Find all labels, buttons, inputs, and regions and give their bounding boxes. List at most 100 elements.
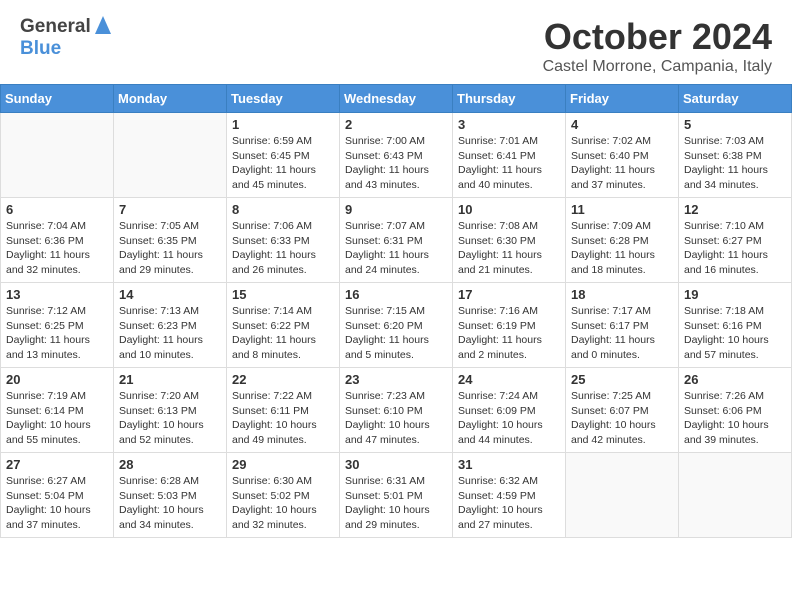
logo: General Blue [20, 16, 111, 60]
cell-text: Sunrise: 7:04 AM Sunset: 6:36 PM Dayligh… [6, 219, 108, 278]
day-number: 10 [458, 202, 560, 217]
cell-text: Sunrise: 7:22 AM Sunset: 6:11 PM Dayligh… [232, 389, 334, 448]
calendar-cell: 10Sunrise: 7:08 AM Sunset: 6:30 PM Dayli… [453, 198, 566, 283]
cell-text: Sunrise: 7:19 AM Sunset: 6:14 PM Dayligh… [6, 389, 108, 448]
day-number: 4 [571, 117, 673, 132]
day-number: 14 [119, 287, 221, 302]
day-number: 22 [232, 372, 334, 387]
logo-triangle-icon [95, 16, 111, 34]
calendar-cell: 1 Sunrise: 6:59 AM Sunset: 6:45 PM Daylig… [227, 113, 340, 198]
title-section: October 2024 Castel Morrone, Campania, I… [543, 16, 772, 76]
day-number: 7 [119, 202, 221, 217]
cell-text: Sunrise: 7:00 AM Sunset: 6:43 PM Dayligh… [345, 134, 447, 193]
day-number: 27 [6, 457, 108, 472]
day-number: 20 [6, 372, 108, 387]
day-number: 6 [6, 202, 108, 217]
day-number: 18 [571, 287, 673, 302]
day-number: 25 [571, 372, 673, 387]
calendar-cell: 16 Sunrise: 7:15 AM Sunset: 6:20 PM Dayli… [340, 283, 453, 368]
calendar-week-row: 20 Sunrise: 7:19 AM Sunset: 6:14 PM Dayli… [1, 368, 792, 453]
page-header: General Blue October 2024 Castel Morrone… [0, 0, 792, 84]
calendar-cell: 28Sunrise: 6:28 AM Sunset: 5:03 PM Dayli… [114, 453, 227, 538]
day-number: 1 [232, 117, 334, 132]
calendar-cell: 23 Sunrise: 7:23 AM Sunset: 6:10 PM Dayli… [340, 368, 453, 453]
calendar-cell [566, 453, 679, 538]
calendar-cell: 27 Sunrise: 6:27 AM Sunset: 5:04 PM Dayli… [1, 453, 114, 538]
calendar-header-friday: Friday [566, 85, 679, 113]
calendar-header-monday: Monday [114, 85, 227, 113]
calendar-cell: 20 Sunrise: 7:19 AM Sunset: 6:14 PM Dayli… [1, 368, 114, 453]
day-number: 12 [684, 202, 786, 217]
calendar-cell: 5 Sunrise: 7:03 AM Sunset: 6:38 PM Daylig… [679, 113, 792, 198]
calendar-cell: 13Sunrise: 7:12 AM Sunset: 6:25 PM Dayli… [1, 283, 114, 368]
calendar-cell: 19 Sunrise: 7:18 AM Sunset: 6:16 PM Dayli… [679, 283, 792, 368]
calendar-cell: 15 Sunrise: 7:14 AM Sunset: 6:22 PM Dayli… [227, 283, 340, 368]
cell-text: Sunrise: 7:02 AM Sunset: 6:40 PM Dayligh… [571, 134, 673, 193]
calendar-header-wednesday: Wednesday [340, 85, 453, 113]
calendar-cell [114, 113, 227, 198]
calendar-cell: 30 Sunrise: 6:31 AM Sunset: 5:01 PM Dayli… [340, 453, 453, 538]
day-number: 16 [345, 287, 447, 302]
cell-text: Sunrise: 7:14 AM Sunset: 6:22 PM Dayligh… [232, 304, 334, 363]
cell-text: Sunrise: 7:17 AM Sunset: 6:17 PM Dayligh… [571, 304, 673, 363]
month-title: October 2024 [543, 16, 772, 58]
calendar-cell: 17Sunrise: 7:16 AM Sunset: 6:19 PM Dayli… [453, 283, 566, 368]
calendar-cell: 2 Sunrise: 7:00 AM Sunset: 6:43 PM Daylig… [340, 113, 453, 198]
calendar-cell: 7 Sunrise: 7:05 AM Sunset: 6:35 PM Daylig… [114, 198, 227, 283]
cell-text: Sunrise: 7:01 AM Sunset: 6:41 PM Dayligh… [458, 134, 560, 193]
day-number: 15 [232, 287, 334, 302]
calendar-cell: 29 Sunrise: 6:30 AM Sunset: 5:02 PM Dayli… [227, 453, 340, 538]
day-number: 8 [232, 202, 334, 217]
calendar-cell: 12Sunrise: 7:10 AM Sunset: 6:27 PM Dayli… [679, 198, 792, 283]
location-title: Castel Morrone, Campania, Italy [543, 58, 772, 76]
calendar-cell: 4 Sunrise: 7:02 AM Sunset: 6:40 PM Daylig… [566, 113, 679, 198]
day-number: 24 [458, 372, 560, 387]
calendar-cell: 24Sunrise: 7:24 AM Sunset: 6:09 PM Dayli… [453, 368, 566, 453]
calendar-week-row: 6 Sunrise: 7:04 AM Sunset: 6:36 PM Daylig… [1, 198, 792, 283]
cell-text: Sunrise: 7:23 AM Sunset: 6:10 PM Dayligh… [345, 389, 447, 448]
calendar-header-thursday: Thursday [453, 85, 566, 113]
calendar-table: SundayMondayTuesdayWednesdayThursdayFrid… [0, 84, 792, 538]
calendar-cell: 26Sunrise: 7:26 AM Sunset: 6:06 PM Dayli… [679, 368, 792, 453]
day-number: 3 [458, 117, 560, 132]
cell-text: Sunrise: 7:05 AM Sunset: 6:35 PM Dayligh… [119, 219, 221, 278]
cell-text: Sunrise: 7:25 AM Sunset: 6:07 PM Dayligh… [571, 389, 673, 448]
calendar-header-saturday: Saturday [679, 85, 792, 113]
cell-text: Sunrise: 7:18 AM Sunset: 6:16 PM Dayligh… [684, 304, 786, 363]
day-number: 23 [345, 372, 447, 387]
cell-text: Sunrise: 6:59 AM Sunset: 6:45 PM Dayligh… [232, 134, 334, 193]
cell-text: Sunrise: 6:28 AM Sunset: 5:03 PM Dayligh… [119, 474, 221, 533]
calendar-header-tuesday: Tuesday [227, 85, 340, 113]
day-number: 2 [345, 117, 447, 132]
calendar-cell: 8 Sunrise: 7:06 AM Sunset: 6:33 PM Daylig… [227, 198, 340, 283]
day-number: 5 [684, 117, 786, 132]
day-number: 30 [345, 457, 447, 472]
cell-text: Sunrise: 7:20 AM Sunset: 6:13 PM Dayligh… [119, 389, 221, 448]
calendar-week-row: 1 Sunrise: 6:59 AM Sunset: 6:45 PM Daylig… [1, 113, 792, 198]
cell-text: Sunrise: 7:13 AM Sunset: 6:23 PM Dayligh… [119, 304, 221, 363]
cell-text: Sunrise: 7:03 AM Sunset: 6:38 PM Dayligh… [684, 134, 786, 193]
day-number: 31 [458, 457, 560, 472]
calendar-cell [679, 453, 792, 538]
cell-text: Sunrise: 7:09 AM Sunset: 6:28 PM Dayligh… [571, 219, 673, 278]
cell-text: Sunrise: 7:06 AM Sunset: 6:33 PM Dayligh… [232, 219, 334, 278]
cell-text: Sunrise: 7:07 AM Sunset: 6:31 PM Dayligh… [345, 219, 447, 278]
calendar-header-row: SundayMondayTuesdayWednesdayThursdayFrid… [1, 85, 792, 113]
day-number: 9 [345, 202, 447, 217]
calendar-week-row: 27 Sunrise: 6:27 AM Sunset: 5:04 PM Dayli… [1, 453, 792, 538]
cell-text: Sunrise: 7:12 AM Sunset: 6:25 PM Dayligh… [6, 304, 108, 363]
cell-text: Sunrise: 6:31 AM Sunset: 5:01 PM Dayligh… [345, 474, 447, 533]
calendar-cell: 22 Sunrise: 7:22 AM Sunset: 6:11 PM Dayli… [227, 368, 340, 453]
calendar-cell [1, 113, 114, 198]
calendar-cell: 6 Sunrise: 7:04 AM Sunset: 6:36 PM Daylig… [1, 198, 114, 283]
cell-text: Sunrise: 6:30 AM Sunset: 5:02 PM Dayligh… [232, 474, 334, 533]
day-number: 17 [458, 287, 560, 302]
cell-text: Sunrise: 6:27 AM Sunset: 5:04 PM Dayligh… [6, 474, 108, 533]
cell-text: Sunrise: 6:32 AM Sunset: 4:59 PM Dayligh… [458, 474, 560, 533]
day-number: 11 [571, 202, 673, 217]
calendar-cell: 18 Sunrise: 7:17 AM Sunset: 6:17 PM Dayli… [566, 283, 679, 368]
calendar-cell: 14 Sunrise: 7:13 AM Sunset: 6:23 PM Dayli… [114, 283, 227, 368]
cell-text: Sunrise: 7:15 AM Sunset: 6:20 PM Dayligh… [345, 304, 447, 363]
day-number: 19 [684, 287, 786, 302]
day-number: 29 [232, 457, 334, 472]
